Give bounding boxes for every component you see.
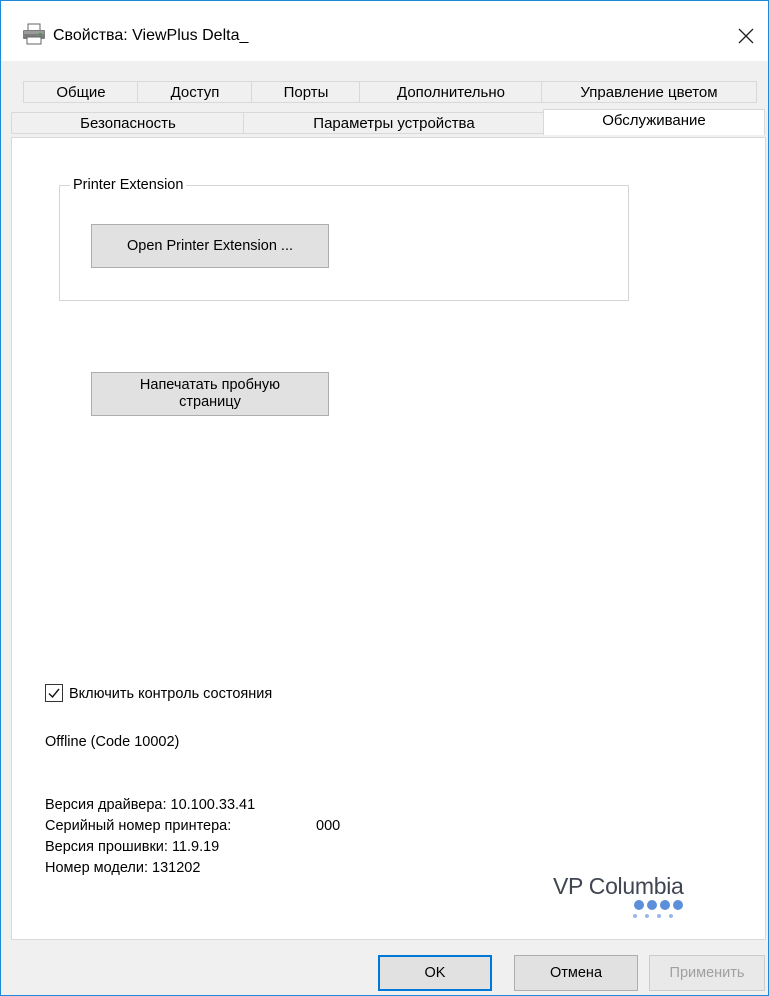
printer-extension-group-label: Printer Extension [70,177,187,193]
model-number: Номер модели: 131202 [45,860,201,876]
driver-version: Версия драйвера: 10.100.33.41 [45,797,256,813]
checkmark-icon [48,688,60,699]
close-button[interactable] [724,15,768,55]
print-test-page-label-line2: страницу [179,394,241,410]
tab-general[interactable]: Общие [23,81,139,103]
serial-number-label: Серийный номер принтера: [45,818,232,834]
ok-button[interactable]: OK [378,955,492,991]
printer-properties-window: Свойства: ViewPlus Delta_ Общие Доступ П… [0,0,769,996]
vp-columbia-logo-text: VP Columbia [553,873,684,899]
tab-device-settings[interactable]: Параметры устройства [243,112,545,134]
printer-status-text: Offline (Code 10002) [45,734,180,750]
status-monitor-checkbox[interactable] [45,684,63,702]
title-bar: Свойства: ViewPlus Delta_ [1,1,768,61]
tab-ports[interactable]: Порты [251,81,361,103]
apply-button[interactable]: Применить [649,955,765,991]
vp-columbia-logo: VP Columbia [553,873,723,933]
tab-color-management[interactable]: Управление цветом [541,81,757,103]
tab-maintenance[interactable]: Обслуживание [543,109,765,135]
firmware-version: Версия прошивки: 11.9.19 [45,839,220,855]
status-monitor-label[interactable]: Включить контроль состояния [69,684,272,704]
tab-security[interactable]: Безопасность [11,112,245,134]
window-title: Свойства: ViewPlus Delta_ [53,27,249,44]
close-icon [738,28,754,44]
printer-icon [23,23,45,45]
cancel-button[interactable]: Отмена [514,955,638,991]
print-test-page-label-line1: Напечатать пробную [139,377,281,393]
logo-dots-icon [633,900,683,918]
serial-number-value: 000 [316,818,341,834]
open-printer-extension-button[interactable]: Open Printer Extension ... [91,224,329,268]
tab-advanced[interactable]: Дополнительно [359,81,543,103]
print-test-page-button[interactable]: Напечатать пробную страницу [91,372,329,416]
tab-sharing[interactable]: Доступ [137,81,253,103]
